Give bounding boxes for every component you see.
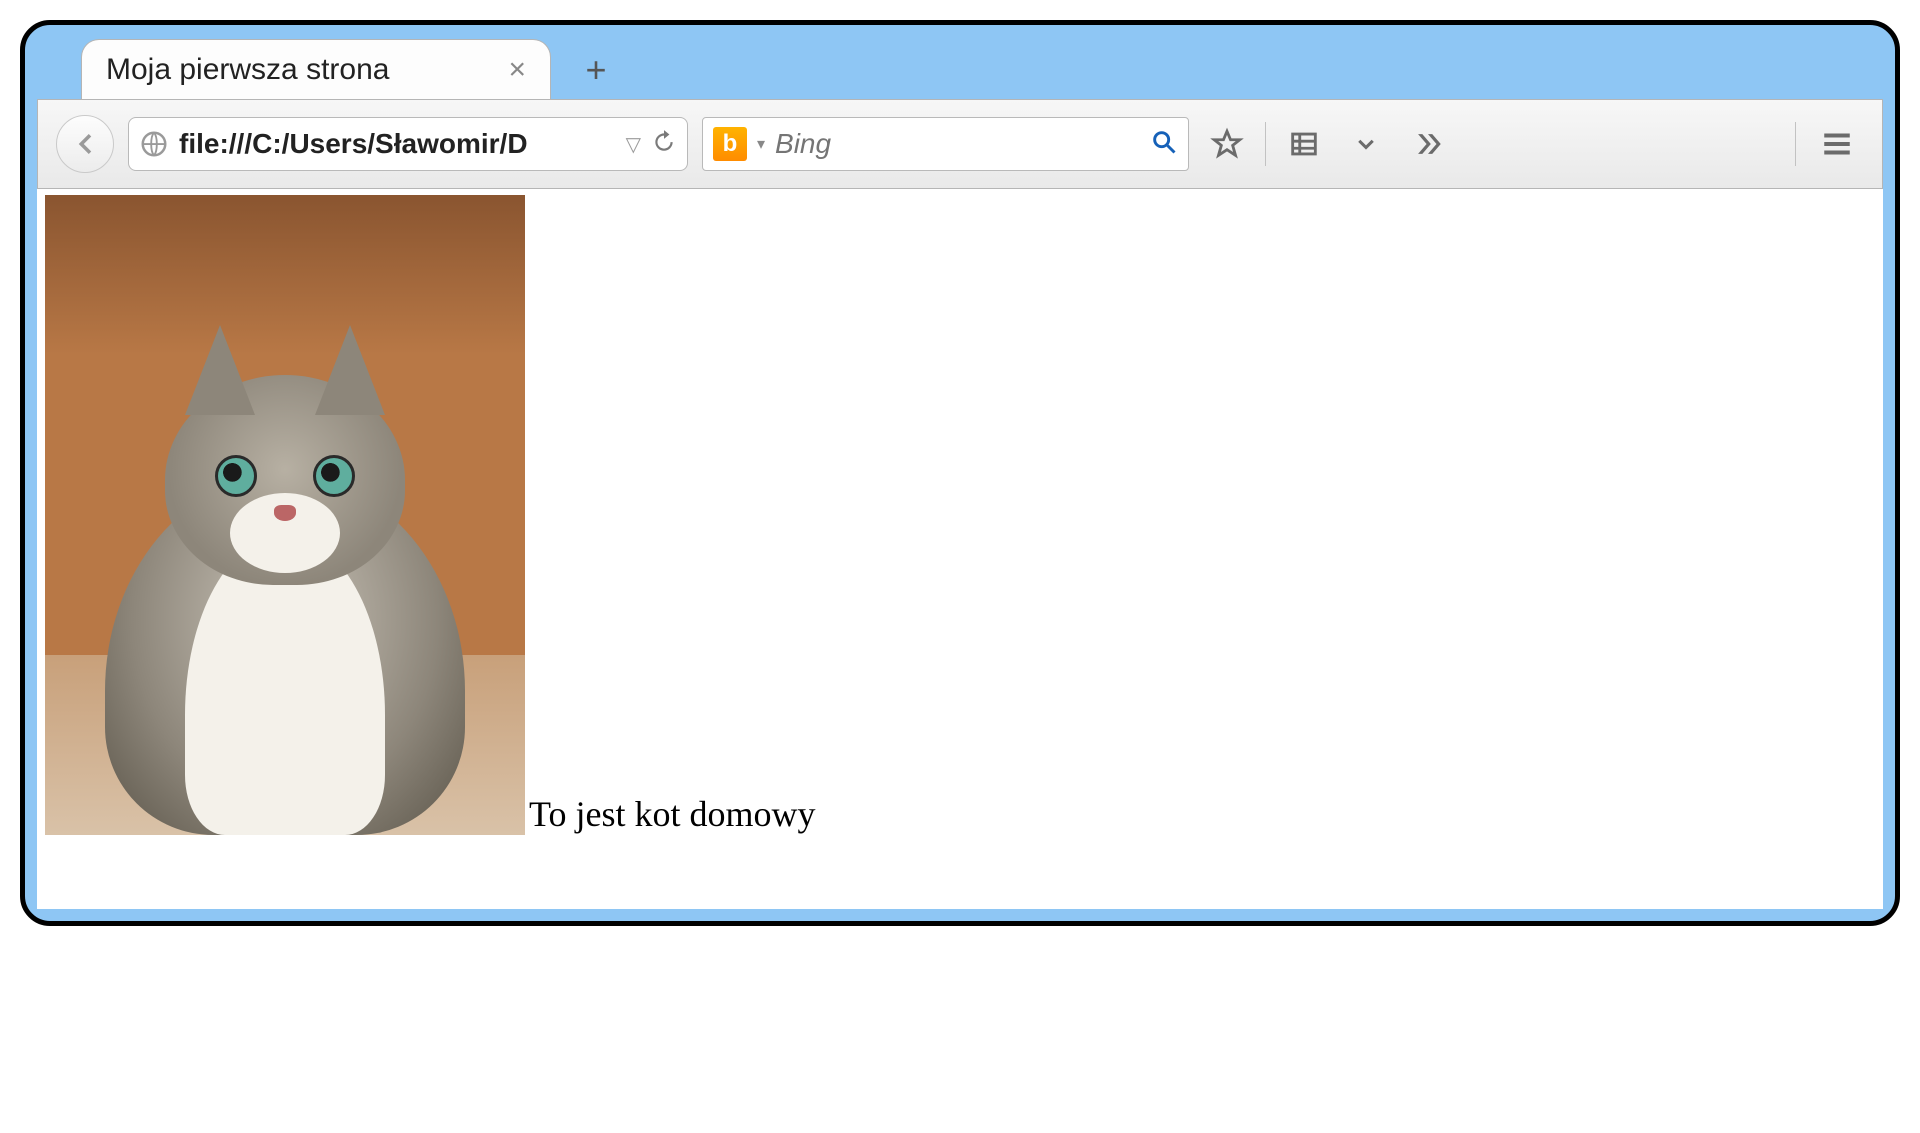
search-engine-dropdown-icon[interactable]: ▾ [757,134,765,154]
url-bar[interactable]: file:///C:/Users/Sławomir/D ▽ [128,117,688,171]
hamburger-menu-button[interactable] [1810,117,1864,171]
browser-tab[interactable]: Moja pierwsza strona × [81,39,551,99]
reload-button[interactable] [651,128,677,161]
search-bar[interactable]: b ▾ [702,117,1189,171]
arrow-left-icon [70,129,100,159]
tab-title: Moja pierwsza strona [106,53,502,87]
toolbar: file:///C:/Users/Sławomir/D ▽ b ▾ [37,99,1883,189]
toolbar-separator [1795,122,1796,166]
magnifier-icon [1150,128,1178,156]
tab-strip: Moja pierwsza strona × + [37,37,1883,99]
bing-logo-icon: b [713,127,747,161]
back-button[interactable] [56,115,114,173]
overflow-button[interactable] [1404,120,1452,168]
search-go-button[interactable] [1150,128,1178,161]
download-arrow-icon [1349,127,1383,161]
browser-chrome: Moja pierwsza strona × + file:///C:/User… [37,37,1883,909]
globe-icon [139,129,169,159]
url-dropdown-icon[interactable]: ▽ [626,132,641,157]
page-content: To jest kot domowy [37,189,1883,909]
star-icon [1210,127,1244,161]
toolbar-separator [1265,122,1266,166]
chevron-double-right-icon [1411,127,1445,161]
window-frame: Moja pierwsza strona × + file:///C:/User… [20,20,1900,926]
reading-list-button[interactable] [1280,120,1328,168]
downloads-button[interactable] [1342,120,1390,168]
cat-image [45,195,525,835]
close-tab-icon[interactable]: × [502,53,532,87]
bookmark-star-button[interactable] [1203,120,1251,168]
search-input[interactable] [775,128,1140,160]
image-caption: To jest kot domowy [529,794,815,834]
list-icon [1287,127,1321,161]
content-row: To jest kot domowy [45,195,1875,835]
hamburger-icon [1820,127,1854,161]
url-text[interactable]: file:///C:/Users/Sławomir/D [179,128,616,160]
new-tab-button[interactable]: + [571,45,621,95]
